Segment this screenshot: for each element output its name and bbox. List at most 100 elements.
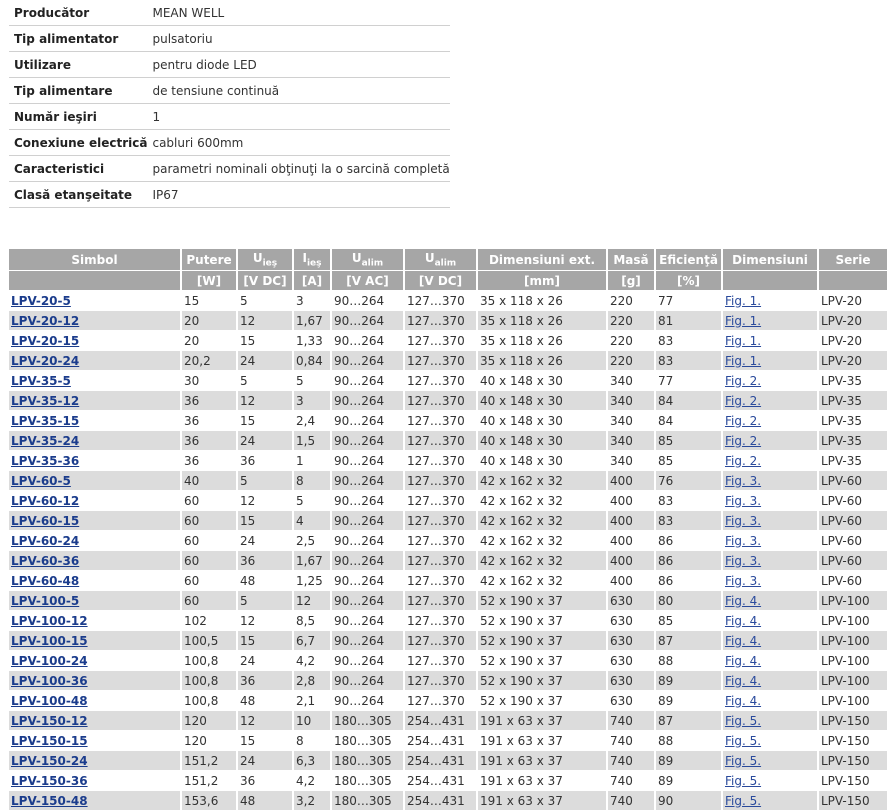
product-link[interactable]: LPV-20-5: [11, 294, 71, 308]
dimensions-cell: 191 x 63 x 37: [478, 730, 608, 750]
product-link[interactable]: LPV-150-24: [11, 754, 88, 768]
figure-link[interactable]: Fig. 2.: [725, 394, 761, 408]
product-link[interactable]: LPV-100-5: [11, 594, 79, 608]
column-header: Dimensiuni: [723, 249, 819, 270]
symbol-cell: LPV-35-36: [9, 450, 182, 470]
mass-cell: 220: [608, 330, 656, 350]
output-voltage-cell: 36: [238, 670, 294, 690]
product-link[interactable]: LPV-35-12: [11, 394, 79, 408]
figure-link[interactable]: Fig. 2.: [725, 374, 761, 388]
power-cell: 102: [182, 610, 238, 630]
product-link[interactable]: LPV-35-36: [11, 454, 79, 468]
output-voltage-cell: 24: [238, 530, 294, 550]
mass-cell: 400: [608, 470, 656, 490]
figure-link[interactable]: Fig. 5.: [725, 714, 761, 728]
product-link[interactable]: LPV-35-15: [11, 414, 79, 428]
figure-link[interactable]: Fig. 5.: [725, 794, 761, 808]
input-voltage-ac-cell: 90…264: [332, 550, 405, 570]
column-header-label: U: [424, 250, 435, 265]
product-link[interactable]: LPV-35-24: [11, 434, 79, 448]
mass-cell: 630: [608, 590, 656, 610]
product-link[interactable]: LPV-60-24: [11, 534, 79, 548]
figure-link[interactable]: Fig. 4.: [725, 614, 761, 628]
figure-link[interactable]: Fig. 4.: [725, 634, 761, 648]
product-link[interactable]: LPV-150-36: [11, 774, 88, 788]
property-value: IP67: [147, 181, 450, 208]
symbol-cell: LPV-150-48: [9, 790, 182, 810]
input-voltage-ac-cell: 90…264: [332, 450, 405, 470]
output-current-cell: 2,1: [294, 690, 332, 710]
figure-link[interactable]: Fig. 5.: [725, 754, 761, 768]
power-cell: 100,8: [182, 690, 238, 710]
efficiency-cell: 85: [656, 430, 723, 450]
output-voltage-cell: 48: [238, 690, 294, 710]
input-voltage-dc-cell: 127…370: [405, 330, 478, 350]
output-voltage-cell: 36: [238, 550, 294, 570]
figure-link[interactable]: Fig. 2.: [725, 454, 761, 468]
product-link[interactable]: LPV-60-12: [11, 494, 79, 508]
dimensions-figure-cell: Fig. 4.: [723, 610, 819, 630]
product-link[interactable]: LPV-60-15: [11, 514, 79, 528]
product-link[interactable]: LPV-150-12: [11, 714, 88, 728]
figure-link[interactable]: Fig. 4.: [725, 694, 761, 708]
product-link[interactable]: LPV-20-24: [11, 354, 79, 368]
figure-link[interactable]: Fig. 2.: [725, 434, 761, 448]
mass-cell: 630: [608, 690, 656, 710]
series-cell: LPV-100: [819, 690, 889, 710]
dimensions-figure-cell: Fig. 3.: [723, 510, 819, 530]
figure-link[interactable]: Fig. 3.: [725, 494, 761, 508]
figure-link[interactable]: Fig. 5.: [725, 774, 761, 788]
table-row: LPV-100-24 100,8 24 4,2 90…264 127…370 52 x 19…: [9, 650, 889, 670]
table-row: LPV-150-12 120 12 10 180…305 254…431 191 x 63 …: [9, 710, 889, 730]
figure-link[interactable]: Fig. 1.: [725, 354, 761, 368]
symbol-cell: LPV-60-12: [9, 490, 182, 510]
output-voltage-cell: 24: [238, 650, 294, 670]
property-label: Număr ieşiri: [9, 103, 148, 130]
figure-link[interactable]: Fig. 4.: [725, 654, 761, 668]
product-link[interactable]: LPV-100-36: [11, 674, 88, 688]
efficiency-cell: 89: [656, 750, 723, 770]
product-link[interactable]: LPV-150-48: [11, 794, 88, 808]
product-link[interactable]: LPV-20-12: [11, 314, 79, 328]
dimensions-cell: 40 x 148 x 30: [478, 450, 608, 470]
figure-link[interactable]: Fig. 1.: [725, 314, 761, 328]
product-link[interactable]: LPV-100-12: [11, 614, 88, 628]
efficiency-cell: 85: [656, 610, 723, 630]
input-voltage-dc-cell: 127…370: [405, 610, 478, 630]
figure-link[interactable]: Fig. 4.: [725, 674, 761, 688]
efficiency-cell: 86: [656, 550, 723, 570]
figure-link[interactable]: Fig. 3.: [725, 474, 761, 488]
figure-link[interactable]: Fig. 3.: [725, 574, 761, 588]
product-link[interactable]: LPV-60-48: [11, 574, 79, 588]
mass-cell: 740: [608, 730, 656, 750]
figure-link[interactable]: Fig. 1.: [725, 334, 761, 348]
figure-link[interactable]: Fig. 2.: [725, 414, 761, 428]
product-link[interactable]: LPV-150-15: [11, 734, 88, 748]
input-voltage-dc-cell: 127…370: [405, 550, 478, 570]
figure-link[interactable]: Fig. 3.: [725, 534, 761, 548]
dimensions-cell: 40 x 148 x 30: [478, 430, 608, 450]
efficiency-cell: 89: [656, 670, 723, 690]
column-unit: [V DC]: [238, 270, 294, 290]
dimensions-cell: 52 x 190 x 37: [478, 630, 608, 650]
product-link[interactable]: LPV-100-15: [11, 634, 88, 648]
efficiency-cell: 88: [656, 730, 723, 750]
figure-link[interactable]: Fig. 3.: [725, 514, 761, 528]
figure-link[interactable]: Fig. 5.: [725, 734, 761, 748]
input-voltage-dc-cell: 127…370: [405, 530, 478, 550]
product-link[interactable]: LPV-100-24: [11, 654, 88, 668]
product-link[interactable]: LPV-20-15: [11, 334, 79, 348]
property-value: MEAN WELL: [147, 0, 450, 26]
series-cell: LPV-20: [819, 290, 889, 310]
figure-link[interactable]: Fig. 1.: [725, 294, 761, 308]
property-row: Producător MEAN WELL: [9, 0, 450, 26]
output-current-cell: 3,2: [294, 790, 332, 810]
product-link[interactable]: LPV-60-5: [11, 474, 71, 488]
figure-link[interactable]: Fig. 3.: [725, 554, 761, 568]
figure-link[interactable]: Fig. 4.: [725, 594, 761, 608]
product-link[interactable]: LPV-35-5: [11, 374, 71, 388]
efficiency-cell: 89: [656, 690, 723, 710]
power-cell: 151,2: [182, 750, 238, 770]
product-link[interactable]: LPV-60-36: [11, 554, 79, 568]
product-link[interactable]: LPV-100-48: [11, 694, 88, 708]
